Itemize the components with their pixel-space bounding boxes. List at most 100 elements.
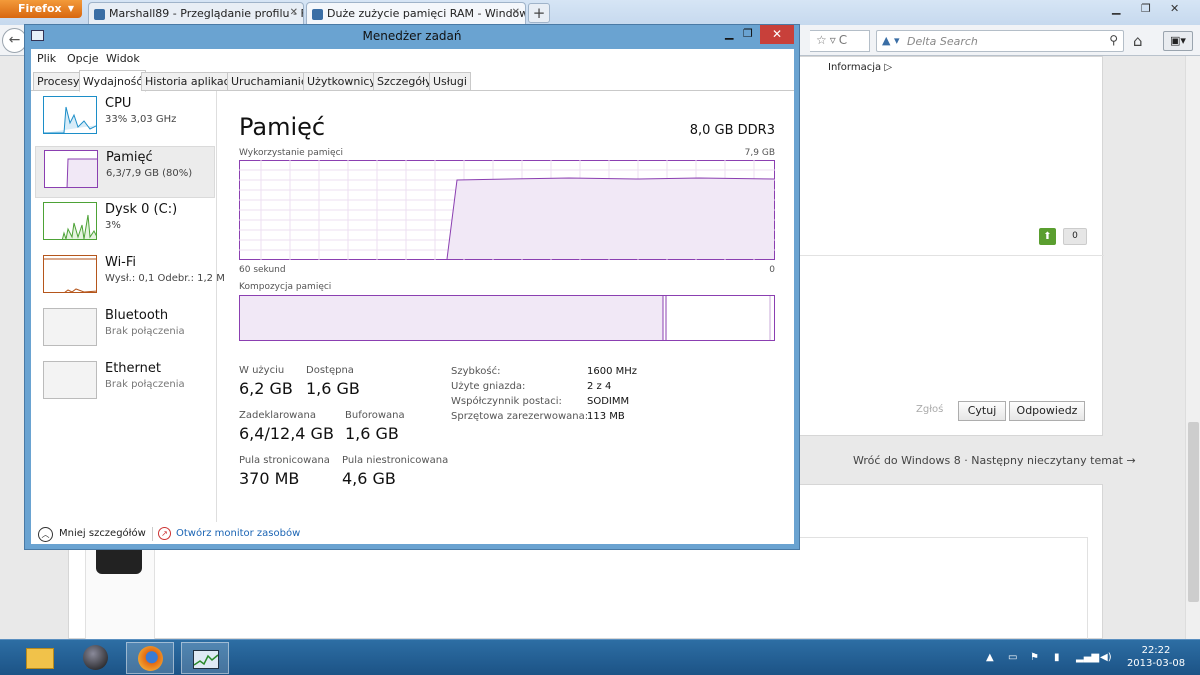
sidebar-item-label: Dysk 0 (C:) — [105, 202, 178, 217]
graph-axis-start: 60 sekund — [239, 265, 286, 275]
minimize-icon[interactable]: ▁ — [725, 27, 733, 40]
search-icon[interactable]: ⚲ — [1109, 33, 1118, 47]
sidebar-item-ethernet[interactable]: Ethernet Brak połączenia — [35, 358, 215, 410]
detail-key: Sprzętowa zarezerwowana: — [451, 411, 589, 422]
clock-time: 22:22 — [1141, 645, 1171, 656]
chevron-down-icon: ▼ — [67, 4, 74, 13]
folder-shape — [26, 648, 54, 669]
usage-graph-label: Wykorzystanie pamięci — [239, 148, 344, 158]
tab-services[interactable]: Usługi — [429, 72, 471, 91]
tab-performance[interactable]: Wydajność — [79, 70, 147, 92]
url-bar-controls[interactable]: ☆▿C — [810, 30, 870, 52]
fewer-details-link[interactable]: Mniej szczegółów — [59, 528, 146, 539]
detail-key: Współczynnik postaci: — [451, 396, 562, 407]
memory-sparkline — [66, 158, 97, 187]
tab-app-history[interactable]: Historia aplikacji — [141, 72, 240, 91]
sidebar-item-disk[interactable]: Dysk 0 (C:) 3% — [35, 199, 215, 251]
scrollbar-thumb[interactable] — [1188, 422, 1199, 602]
sidebar-item-value: 3% — [105, 220, 121, 231]
browser-tabbar: Firefox ▼ Marshall89 - Przeglądanie prof… — [0, 0, 1200, 25]
usage-graph-max: 7,9 GB — [744, 148, 775, 158]
resource-monitor-icon: ↗ — [158, 527, 171, 540]
sidebar-item-value: 33% 3,03 GHz — [105, 114, 177, 125]
tab-ram-topic[interactable]: Duże zużycie pamięci RAM - Window... ✕ — [306, 2, 526, 25]
detail-key: Szybkość: — [451, 366, 501, 377]
new-tab-button[interactable]: + — [528, 3, 550, 23]
tab-processes[interactable]: Procesy — [33, 72, 84, 91]
ethernet-thumbnail — [43, 361, 97, 399]
tab-users[interactable]: Użytkownicy — [303, 72, 380, 91]
close-window-icon[interactable]: ✕ — [760, 25, 794, 44]
action-center-icon[interactable]: ⚑ — [1030, 652, 1039, 663]
network-icon[interactable]: ▂▄▆ — [1076, 652, 1099, 663]
menu-options[interactable]: Opcje — [67, 52, 99, 65]
power-icon[interactable]: ▮ — [1054, 652, 1060, 663]
detail-value: SODIMM — [587, 396, 630, 407]
chevron-up-icon[interactable]: ︿ — [38, 527, 53, 542]
sidebar-item-label: Bluetooth — [105, 308, 169, 323]
stat-committed: 6,4/12,4 GB — [239, 424, 334, 443]
sidebar-item-memory[interactable]: Pamięć 6,3/7,9 GB (80%) — [35, 146, 215, 198]
quote-button[interactable]: Cytuj — [958, 401, 1006, 421]
system-clock[interactable]: 22:22 2013-03-08 — [1124, 644, 1188, 670]
disk-sparkline — [61, 214, 96, 239]
sidebar-item-label: CPU — [105, 96, 132, 111]
tab-profile[interactable]: Marshall89 - Przeglądanie profilu - Fo..… — [88, 2, 304, 25]
search-input[interactable]: ▲ ▾ Delta Search ⚲ — [876, 30, 1124, 52]
firefox-logo-shape — [138, 646, 163, 671]
upvote-icon[interactable]: ⬆ — [1039, 228, 1056, 245]
back-to-forum-link[interactable]: Wróć do Windows 8 — [853, 454, 961, 467]
sidebar-item-wifi[interactable]: Wi-Fi Wysł.: 0,1 Odebr.: 1,2 M — [35, 252, 225, 304]
stat-in-use-label: W użyciu — [239, 365, 285, 376]
task-manager-window: Menedżer zadań ▁ ❐ ✕ Plik Opcje Widok Pr… — [24, 24, 800, 550]
tab-startup[interactable]: Uruchamianie — [227, 72, 312, 91]
resource-sidebar: CPU 33% 3,03 GHz Pamięć 6,3/7,9 GB (80%)… — [31, 91, 225, 522]
next-topic-link[interactable]: Następny nieczytany temat → — [971, 454, 1135, 467]
bookmarks-menu-button[interactable]: ▣▾ — [1163, 31, 1193, 51]
maximize-icon[interactable]: ❐ — [743, 27, 753, 40]
footer-divider — [152, 527, 153, 541]
detail-value: 113 MB — [587, 411, 625, 422]
minimize-icon[interactable]: ▁ — [1112, 2, 1120, 15]
firefox-menu-button[interactable]: Firefox ▼ — [0, 0, 82, 18]
tab-details[interactable]: Szczegóły — [373, 72, 436, 91]
menu-file[interactable]: Plik — [37, 52, 56, 65]
tray-app-icon[interactable]: ▭ — [1008, 652, 1017, 663]
maximize-icon[interactable]: ❐ — [1141, 2, 1151, 15]
reply-button[interactable]: Odpowiedz — [1009, 401, 1085, 421]
detail-key: Użyte gniazda: — [451, 381, 526, 392]
report-link[interactable]: Zgłoś — [916, 404, 943, 415]
task-manager-taskbar-icon[interactable] — [181, 642, 229, 674]
memory-usage-graph — [239, 160, 775, 260]
home-icon[interactable]: ⌂ — [1133, 32, 1143, 50]
firefox-taskbar-icon[interactable] — [126, 642, 174, 674]
task-manager-footer: ︿ Mniej szczegółów ↗ Otwórz monitor zaso… — [31, 525, 794, 544]
app-orb-icon[interactable] — [70, 642, 118, 674]
sidebar-item-bluetooth[interactable]: Bluetooth Brak połączenia — [35, 305, 215, 357]
orb-shape — [83, 645, 108, 670]
close-tab-icon[interactable]: ✕ — [290, 7, 298, 18]
memory-total: 8,0 GB DDR3 — [689, 123, 775, 138]
stat-paged-label: Pula stronicowana — [239, 455, 330, 466]
menu-view[interactable]: Widok — [106, 52, 140, 65]
firefox-menu-label: Firefox — [18, 2, 62, 15]
stat-committed-label: Zadeklarowana — [239, 410, 316, 421]
info-link[interactable]: Informacja ▷ — [828, 62, 892, 73]
sidebar-item-label: Pamięć — [106, 150, 153, 165]
stat-in-use: 6,2 GB — [239, 379, 293, 398]
page-title: Pamięć — [239, 113, 326, 141]
monitor-shape — [193, 650, 219, 669]
tab-strip: Procesy Wydajność Historia aplikacji Uru… — [31, 69, 794, 92]
close-window-icon[interactable]: ✕ — [1170, 2, 1179, 15]
sidebar-item-cpu[interactable]: CPU 33% 3,03 GHz — [35, 93, 215, 145]
tray-arrow-icon[interactable]: ▲ — [986, 652, 994, 663]
page-scrollbar[interactable] — [1185, 56, 1200, 639]
search-engine-icon[interactable]: ▲ ▾ — [882, 34, 899, 47]
sidebar-item-value: Brak połączenia — [105, 326, 185, 337]
resource-monitor-link[interactable]: Otwórz monitor zasobów — [176, 528, 300, 539]
graph-axis-end: 0 — [769, 265, 775, 275]
file-explorer-icon[interactable] — [15, 642, 63, 674]
close-tab-icon[interactable]: ✕ — [512, 7, 520, 18]
volume-icon[interactable]: ◀) — [1100, 652, 1112, 663]
search-placeholder: Delta Search — [907, 35, 978, 48]
